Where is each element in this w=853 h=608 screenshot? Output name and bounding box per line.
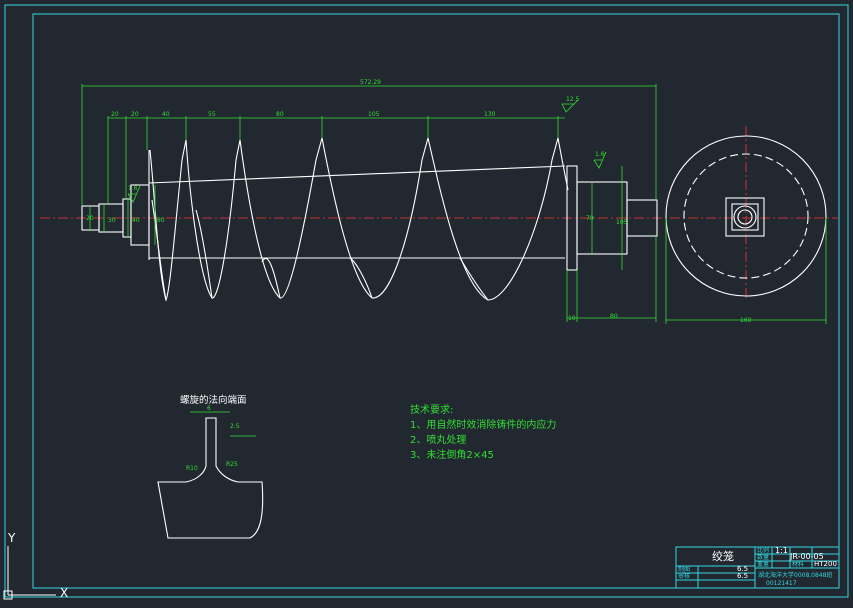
overall-length-dim: 572.29	[360, 79, 381, 86]
ucs-y-label: Y	[7, 531, 16, 545]
dia-dim: 20	[86, 215, 94, 222]
date-value: 6.5	[737, 572, 748, 580]
school-name: 湖北海洋大学0008,0848班	[758, 571, 832, 579]
tech-line: 2、喷丸处理	[410, 433, 466, 446]
end-view-dim: 160	[740, 317, 752, 324]
roughness-value: 1.6	[595, 151, 605, 158]
pitch-dim: 20	[111, 111, 119, 118]
pitch-dim: 40	[162, 111, 170, 118]
dia-dim: 80	[157, 217, 165, 224]
section-radius: R25	[226, 461, 238, 468]
screw-main-view: 572.29 20 20 40 55 80 105 130 20 30 40 8…	[40, 79, 838, 322]
dia-dim: 70	[586, 215, 594, 222]
ucs-icon: Y X	[3, 531, 68, 600]
part-name: 绞笼	[712, 549, 734, 563]
title-block: 绞笼 比例 1:1 数量 重量 JR-00-05 材料 HT200 制图 6.5…	[675, 546, 840, 589]
pitch-dim: 55	[208, 111, 216, 118]
material-label: 材料	[792, 560, 804, 568]
section-dim: 6	[207, 405, 211, 412]
dia-dim: 30	[108, 217, 116, 224]
pitch-dim: 20	[131, 111, 139, 118]
scale-value: 1:1	[775, 546, 788, 555]
student-number: 00121417	[766, 580, 797, 587]
ucs-x-label: X	[60, 586, 68, 600]
section-view: 螺旋的法向端面 6 2.5 R10 R25	[157, 394, 264, 539]
tech-line: 3、未注倒角2×45	[410, 448, 494, 461]
dia-dim: 40	[132, 217, 140, 224]
roughness-value: 1.6	[128, 185, 138, 192]
outer-frame	[4, 4, 849, 598]
inner-frame	[32, 13, 840, 589]
drawn-label: 制图	[678, 565, 690, 573]
tech-notes: 技术要求: 1、用自然时效消除铸件的内应力 2、喷丸处理 3、未注倒角2×45	[410, 403, 556, 461]
tech-title: 技术要求:	[410, 403, 453, 416]
pitch-dim: 130	[484, 111, 496, 118]
section-roughness: 2.5	[230, 423, 240, 430]
checked-label: 审核	[678, 572, 690, 580]
section-title: 螺旋的法向端面	[180, 394, 247, 406]
pitch-dim: 105	[368, 111, 380, 118]
bottom-dim: 80	[610, 313, 618, 320]
cad-drawing-canvas[interactable]: 572.29 20 20 40 55 80 105 130 20 30 40 8…	[0, 0, 853, 608]
section-radius: R10	[186, 465, 198, 472]
scale-label: 比例	[757, 546, 769, 554]
dia-dim: 105	[616, 219, 628, 226]
quantity-label: 数量	[757, 553, 769, 561]
material-value: HT200	[814, 560, 837, 568]
roughness-value: 12.5	[566, 96, 580, 103]
tech-line: 1、用自然时效消除铸件的内应力	[410, 418, 556, 431]
pitch-dim: 80	[276, 111, 284, 118]
weight-label: 重量	[757, 560, 769, 568]
screw-end-view: 160	[665, 126, 827, 324]
bottom-dim: 10	[568, 315, 576, 322]
